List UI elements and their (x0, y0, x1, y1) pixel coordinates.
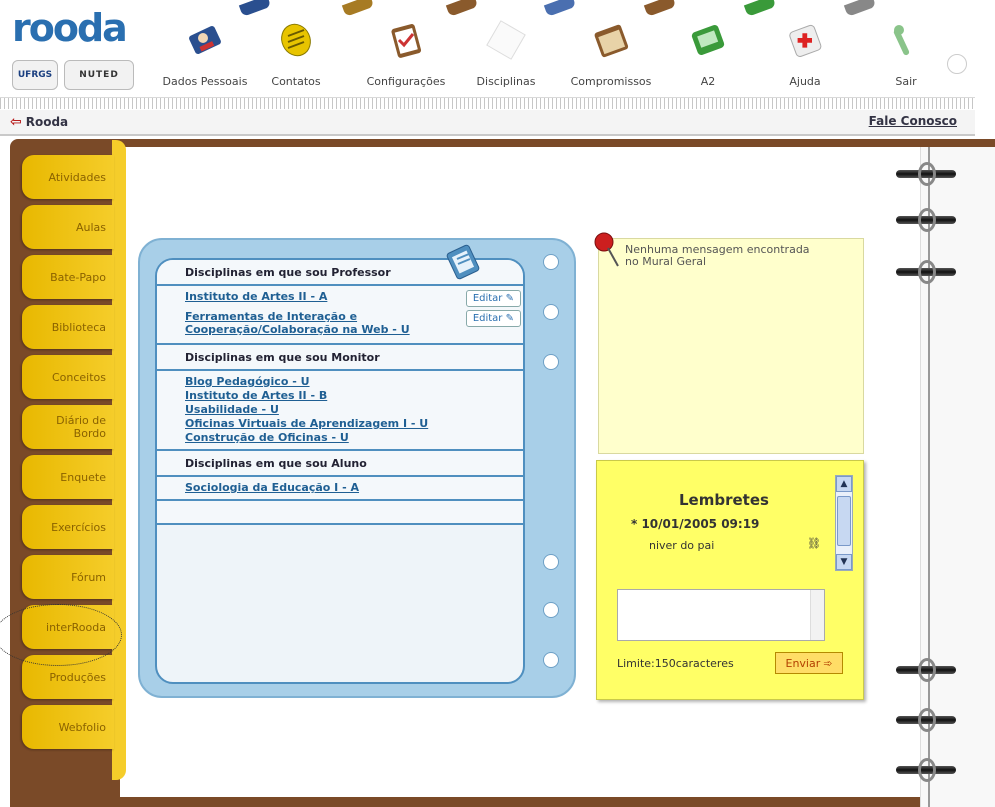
tab-biblioteca[interactable]: Biblioteca (22, 305, 114, 349)
deco-tab (743, 0, 777, 17)
monitor-section-title: Disciplinas em que sou Monitor (157, 345, 523, 371)
card-hole (543, 652, 559, 668)
card-hole (543, 354, 559, 370)
disciplines-panel: Disciplinas em que sou Professor Institu… (155, 258, 525, 684)
disciplines-card: Disciplinas em que sou Professor Institu… (138, 238, 576, 698)
reminders-note: Lembretes * 10/01/2005 09:19 niver do pa… (596, 460, 864, 700)
discipline-link[interactable]: Usabilidade - U (185, 403, 523, 417)
rooda-logo: rooda (12, 6, 128, 50)
edit-button[interactable]: Editar ✎ (465, 290, 521, 307)
list-item: Instituto de Artes II - A Editar ✎ (185, 290, 523, 307)
professor-list: Instituto de Artes II - A Editar ✎ Ferra… (157, 286, 523, 345)
nav-dados-pessoais[interactable]: Dados Pessoais (150, 0, 260, 94)
send-button[interactable]: Enviar ➾ (775, 652, 843, 674)
tab-atividades[interactable]: Atividades (22, 155, 114, 199)
reminder-input[interactable] (617, 589, 825, 641)
send-arrow-icon: ➾ (823, 656, 833, 670)
exit-icon (884, 18, 928, 62)
pencil-icon: ✎ (505, 293, 514, 304)
binder-ring (896, 708, 956, 732)
binder-ring (896, 758, 956, 782)
binder-ring (896, 658, 956, 682)
back-arrow-icon: ⇦ (10, 114, 22, 130)
tab-exercicios[interactable]: Exercícios (22, 505, 114, 549)
nav-ajuda[interactable]: Ajuda (782, 0, 828, 94)
monitor-list: Blog Pedagógico - U Instituto de Artes I… (157, 371, 523, 451)
nav-disciplinas[interactable]: Disciplinas (466, 0, 546, 94)
nav-sair[interactable]: Sair (886, 0, 926, 94)
binder-ring (896, 208, 956, 232)
input-scrollbar[interactable] (810, 590, 824, 640)
ruler-divider (0, 97, 975, 109)
tab-aulas[interactable]: Aulas (22, 205, 114, 249)
reminder-date: * 10/01/2005 09:19 (631, 517, 760, 531)
reminders-title: Lembretes (679, 491, 769, 509)
tab-conceitos[interactable]: Conceitos (22, 355, 114, 399)
scroll-down-arrow-icon[interactable]: ▼ (836, 554, 852, 570)
list-item: Ferramentas de Interação e Cooperação/Co… (185, 310, 523, 336)
user-card-icon (183, 18, 227, 62)
right-page (920, 147, 995, 807)
top-toolbar: rooda UFRGS NUTED Dados Pessoais Contato… (0, 0, 995, 96)
ufrgs-badge: UFRGS (12, 60, 58, 90)
card-hole (543, 602, 559, 618)
tab-webfolio[interactable]: Webfolio (22, 705, 114, 749)
discipline-link[interactable]: Ferramentas de Interação e Cooperação/Co… (185, 310, 455, 336)
card-hole (543, 304, 559, 320)
window-scroll-knob[interactable] (947, 54, 967, 74)
binder-ring (896, 260, 956, 284)
student-list: Sociologia da Educação I - A (157, 477, 523, 501)
nuted-badge: NUTED (64, 60, 134, 90)
nav-configuracoes[interactable]: Configurações (354, 0, 458, 94)
nav-a2[interactable]: A2 (686, 0, 730, 94)
notebook-icon (446, 244, 480, 280)
notepad-icon (274, 18, 318, 62)
nav-contatos[interactable]: Contatos (264, 0, 328, 94)
screen-icon (686, 18, 730, 62)
card-hole (543, 254, 559, 270)
blank-page-icon (484, 18, 528, 62)
discipline-link[interactable]: Construção de Oficinas - U (185, 431, 523, 445)
pencil-icon: ✎ (505, 313, 514, 324)
scroll-thumb[interactable] (837, 496, 851, 546)
calendar-icon (589, 18, 633, 62)
tab-enquete[interactable]: Enquete (22, 455, 114, 499)
discipline-link[interactable]: Instituto de Artes II - B (185, 389, 523, 403)
card-hole (543, 554, 559, 570)
link-icon[interactable]: ⛓ (807, 537, 821, 550)
edit-button[interactable]: Editar ✎ (465, 310, 521, 327)
reminder-text: niver do pai (649, 539, 715, 552)
tab-bate-papo[interactable]: Bate-Papo (22, 255, 114, 299)
reminders-scrollbar[interactable]: ▲ ▼ (835, 475, 853, 571)
pushpin-icon (594, 232, 619, 267)
empty-row (157, 501, 523, 525)
discipline-link[interactable]: Blog Pedagógico - U (185, 375, 523, 389)
student-section-title: Disciplinas em que sou Aluno (157, 451, 523, 477)
tab-forum[interactable]: Fórum (22, 555, 114, 599)
scroll-up-arrow-icon[interactable]: ▲ (836, 476, 852, 492)
tab-diario-de-bordo[interactable]: Diário de Bordo (22, 405, 114, 449)
mural-note: Nenhuma mensagem encontrada no Mural Ger… (598, 238, 864, 454)
help-cross-icon (783, 18, 827, 62)
discipline-link[interactable]: Oficinas Virtuais de Aprendizagem I - U (185, 417, 523, 431)
tab-producoes[interactable]: Produções (22, 655, 114, 699)
contact-link[interactable]: Fale Conosco (869, 114, 957, 128)
mural-message: Nenhuma mensagem encontrada no Mural Ger… (625, 243, 810, 268)
back-link[interactable]: ⇦ Rooda (10, 114, 68, 130)
side-tabs: Atividades Aulas Bate-Papo Biblioteca Co… (22, 155, 120, 755)
discipline-link[interactable]: Sociologia da Educação I - A (185, 481, 523, 495)
tab-interrooda[interactable]: interRooda (22, 605, 114, 649)
checklist-icon (384, 18, 428, 62)
char-limit-label: Limite:150caracteres (617, 657, 734, 670)
breadcrumb: ⇦ Rooda Fale Conosco (0, 110, 975, 136)
logo: rooda UFRGS NUTED (8, 4, 138, 92)
nav-compromissos[interactable]: Compromissos (556, 0, 666, 94)
binder-ring (896, 162, 956, 186)
discipline-link[interactable]: Instituto de Artes II - A (185, 290, 327, 303)
deco-tab (843, 0, 877, 17)
